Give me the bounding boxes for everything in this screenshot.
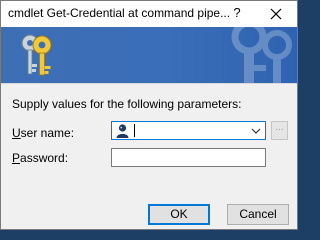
ok-button[interactable]: OK bbox=[148, 204, 210, 225]
text-caret bbox=[134, 124, 135, 137]
close-icon[interactable] bbox=[263, 3, 289, 25]
user-name-combobox[interactable] bbox=[111, 121, 266, 140]
user-account-icon bbox=[116, 124, 129, 138]
banner bbox=[1, 27, 297, 83]
password-label-text: assword: bbox=[20, 151, 69, 165]
window-title: cmdlet Get-Credential at command pipe... bbox=[8, 6, 231, 20]
password-label: Password: bbox=[12, 151, 68, 165]
keys-icon bbox=[21, 34, 52, 76]
banner-divider bbox=[1, 83, 297, 84]
credential-dialog: cmdlet Get-Credential at command pipe...… bbox=[0, 0, 298, 230]
user-name-input[interactable] bbox=[134, 123, 246, 138]
chevron-down-icon[interactable] bbox=[250, 125, 262, 137]
user-name-label-accelerator: U bbox=[12, 126, 21, 140]
help-button[interactable]: ? bbox=[227, 5, 247, 23]
cancel-button[interactable]: Cancel bbox=[227, 204, 289, 225]
password-label-accelerator: P bbox=[12, 151, 21, 165]
user-name-label: User name: bbox=[12, 126, 74, 140]
user-name-label-text: ser name: bbox=[20, 126, 75, 140]
prompt-text: Supply values for the following paramete… bbox=[12, 97, 242, 111]
keys-watermark-icon bbox=[231, 27, 292, 83]
password-input[interactable] bbox=[111, 148, 266, 167]
desktop-background bbox=[0, 230, 300, 233]
browse-button[interactable]: ... bbox=[271, 121, 288, 140]
title-bar: cmdlet Get-Credential at command pipe...… bbox=[1, 1, 297, 27]
